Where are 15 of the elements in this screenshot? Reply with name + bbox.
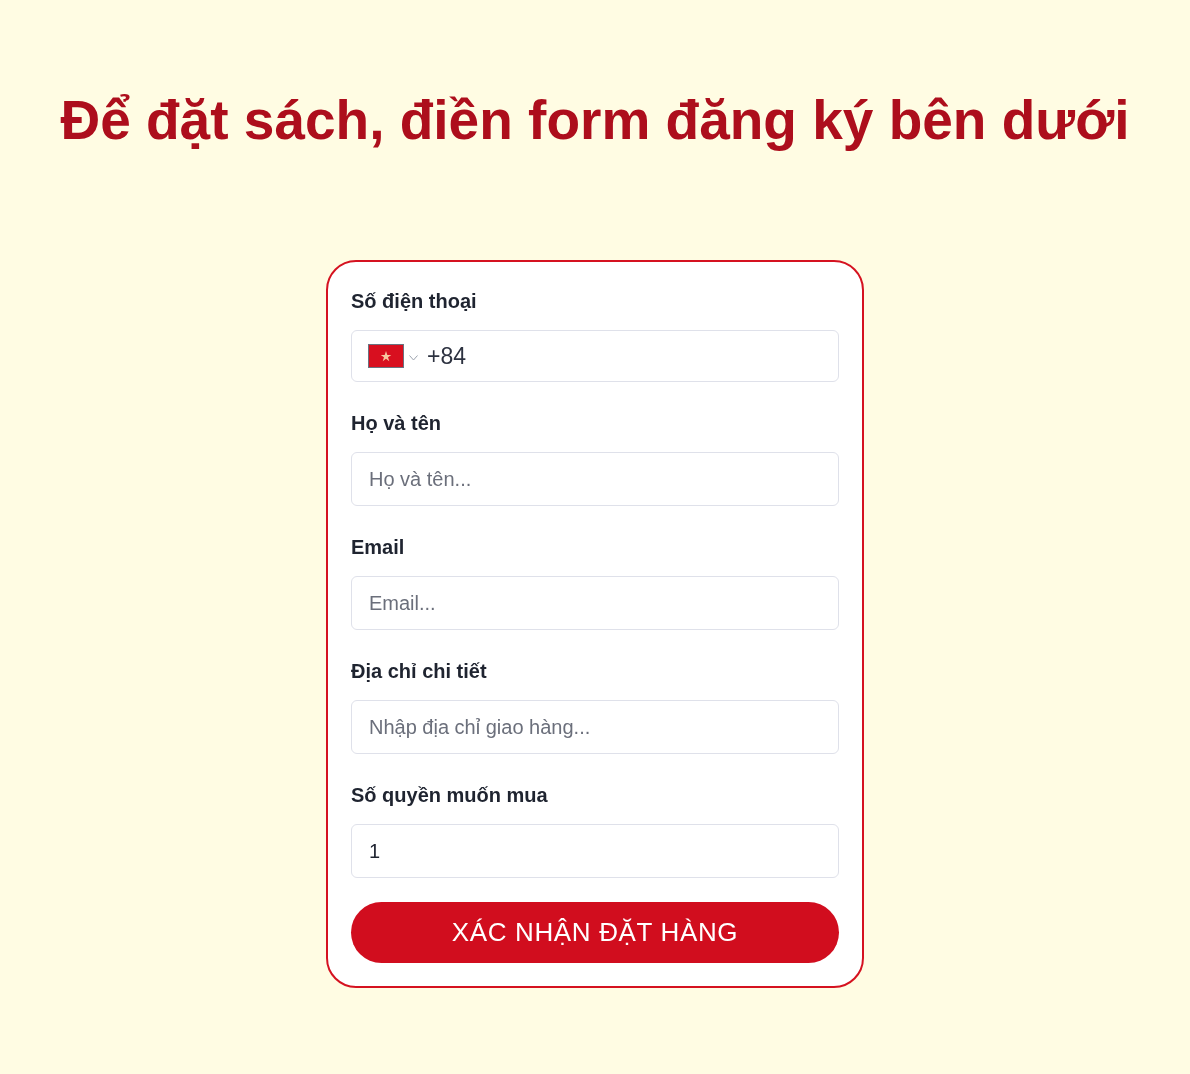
field-label: Địa chỉ chi tiết [351, 659, 488, 683]
page-heading: Để đặt sách, điền form đăng ký bên dưới [60, 88, 1130, 152]
phone-input[interactable]: +84 [427, 338, 822, 374]
name-input[interactable]: Họ và tên... [351, 452, 839, 506]
field-label: Số điện thoại [351, 289, 478, 313]
field-label: Số quyền muốn mua [351, 783, 549, 807]
quantity-input[interactable]: 1 [351, 824, 839, 878]
phone-field[interactable]: +84 [351, 330, 839, 382]
flag-icon [368, 344, 404, 368]
submit-button[interactable]: XÁC NHẬN ĐẶT HÀNG [351, 902, 839, 963]
address-input[interactable]: Nhập địa chỉ giao hàng... [351, 700, 839, 754]
email-input[interactable]: Email... [351, 576, 839, 630]
caret-icon[interactable] [409, 355, 418, 361]
field-label: Email [351, 535, 406, 559]
field-label: Họ và tên [351, 411, 443, 435]
